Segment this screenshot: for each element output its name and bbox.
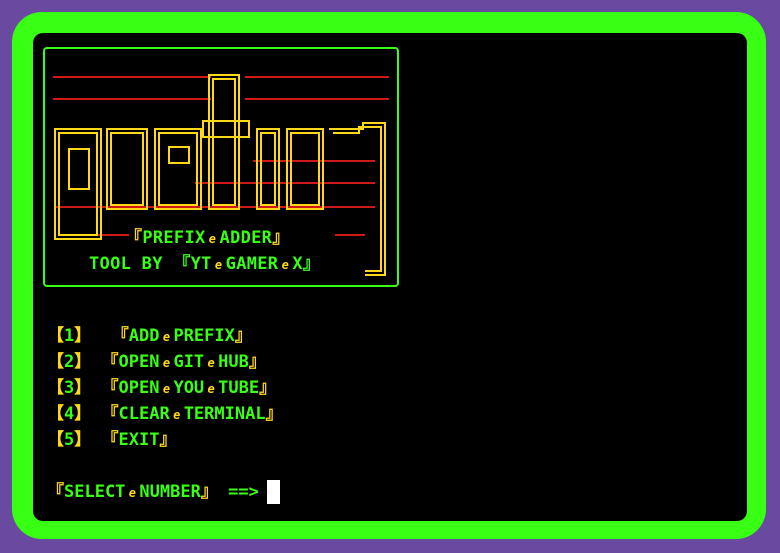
text-cursor[interactable] [266, 480, 280, 504]
menu-item-open-github: 【2】 『OPEN e GIT e HUB』 [47, 352, 266, 372]
ascii-banner: 『PREFIX e ADDER』 TOOL BY 『YT e GAMER e X』 [43, 47, 399, 287]
banner-byline: TOOL BY 『YT e GAMER e X』 [89, 254, 321, 274]
main-menu: 【1】 『ADD e PREFIX』 【2】 『OPEN e GIT e HUB』 【3】 … [47, 323, 283, 505]
menu-item-open-youtube: 【3】 『OPEN e YOU e TUBE』 [47, 378, 277, 398]
menu-item-exit: 【5】 『EXIT』 [47, 430, 177, 450]
select-number-prompt[interactable]: 『SELECT e NUMBER』 ==> [47, 479, 283, 505]
menu-item-clear-terminal: 【4】 『CLEAR e TERMINAL』 [47, 404, 283, 424]
menu-item-add-prefix: 【1】 『ADD e PREFIX』 [47, 326, 252, 346]
window-frame: 『PREFIX e ADDER』 TOOL BY 『YT e GAMER e X』 【1】 … [12, 12, 766, 539]
terminal-screen: 『PREFIX e ADDER』 TOOL BY 『YT e GAMER e X』 【1】 … [33, 33, 747, 521]
banner-title: 『PREFIX e ADDER』 [125, 228, 290, 248]
